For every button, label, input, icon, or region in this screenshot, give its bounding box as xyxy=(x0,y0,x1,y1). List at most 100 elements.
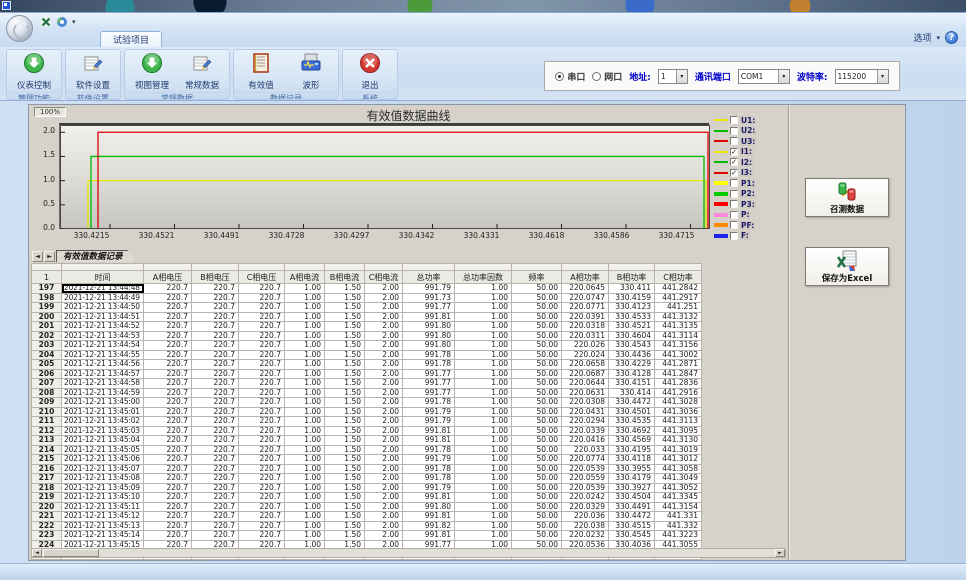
table-cell[interactable]: 220.7 xyxy=(192,483,239,493)
table-cell[interactable]: 50.00 xyxy=(512,293,562,303)
serial-radio[interactable] xyxy=(555,72,564,81)
table-cell[interactable]: 2.00 xyxy=(365,493,403,503)
table-cell[interactable]: 220.0774 xyxy=(562,455,609,465)
table-cell[interactable]: 991.80 xyxy=(403,341,455,351)
ribbon-button[interactable]: 波形 xyxy=(288,51,334,91)
table-cell[interactable]: 220.7 xyxy=(144,312,192,322)
table-cell[interactable]: 220.7 xyxy=(144,350,192,360)
table-cell[interactable]: 206 xyxy=(32,369,62,379)
table-cell[interactable]: 1.50 xyxy=(325,284,365,294)
table-cell[interactable]: 212 xyxy=(32,426,62,436)
table-cell[interactable]: 50.00 xyxy=(512,474,562,484)
table-cell[interactable]: 50.00 xyxy=(512,360,562,370)
table-cell[interactable]: 330.4504 xyxy=(609,493,655,503)
table-cell[interactable]: 220.0232 xyxy=(562,531,609,541)
table-cell[interactable]: 1.00 xyxy=(455,331,512,341)
table-cell[interactable]: 1.50 xyxy=(325,455,365,465)
table-cell[interactable]: 441.3052 xyxy=(655,483,702,493)
table-cell[interactable]: 2.00 xyxy=(365,388,403,398)
table-cell[interactable]: 2.00 xyxy=(365,483,403,493)
table-cell[interactable]: 441.2836 xyxy=(655,379,702,389)
legend-checkbox[interactable] xyxy=(730,200,738,208)
options-menu[interactable]: 选项 xyxy=(913,31,931,44)
table-cell[interactable]: 1.50 xyxy=(325,379,365,389)
table-cell[interactable]: 441.3002 xyxy=(655,350,702,360)
table-cell[interactable]: 50.00 xyxy=(512,464,562,474)
table-cell[interactable]: 223 xyxy=(32,531,62,541)
table-row[interactable]: 2182021-12-21 13:45:09220.7220.7220.71.0… xyxy=(32,483,702,493)
table-cell[interactable]: 441.2842 xyxy=(655,284,702,294)
table-cell[interactable]: 330.4229 xyxy=(609,360,655,370)
table-cell[interactable]: 220.7 xyxy=(239,483,285,493)
table-cell[interactable]: 220.7 xyxy=(192,502,239,512)
table-cell[interactable]: 1.00 xyxy=(285,407,325,417)
table-cell[interactable]: 220.7 xyxy=(144,493,192,503)
table-cell[interactable]: 220.7 xyxy=(192,398,239,408)
table-cell[interactable]: 2021-12-21 13:45:08 xyxy=(62,474,144,484)
table-cell[interactable]: 1.00 xyxy=(285,369,325,379)
table-cell[interactable]: 1.00 xyxy=(285,303,325,313)
table-cell[interactable]: 220.7 xyxy=(192,369,239,379)
table-cell[interactable]: 220.7 xyxy=(192,493,239,503)
table-cell[interactable]: 50.00 xyxy=(512,388,562,398)
table-cell[interactable]: 2.00 xyxy=(365,445,403,455)
table-cell[interactable]: 220.7 xyxy=(239,284,285,294)
table-cell[interactable]: 220.0311 xyxy=(562,331,609,341)
table-cell[interactable]: 330.4545 xyxy=(609,531,655,541)
table-cell[interactable]: 441.3130 xyxy=(655,436,702,446)
table-cell[interactable]: 220.0391 xyxy=(562,312,609,322)
table-row[interactable]: 2232021-12-21 13:45:14220.7220.7220.71.0… xyxy=(32,531,702,541)
table-cell[interactable]: 220.7 xyxy=(192,303,239,313)
comm-port-select[interactable]: COM1▾ xyxy=(738,69,790,84)
legend-checkbox[interactable]: ✓ xyxy=(730,169,738,177)
legend-checkbox[interactable] xyxy=(730,127,738,135)
table-cell[interactable]: 220.7 xyxy=(144,388,192,398)
table-cell[interactable]: 220.7 xyxy=(144,445,192,455)
table-cell[interactable]: 1.00 xyxy=(455,293,512,303)
table-cell[interactable]: 1.00 xyxy=(455,303,512,313)
table-cell[interactable]: 220.0242 xyxy=(562,493,609,503)
table-cell[interactable]: 991.81 xyxy=(403,512,455,522)
table-cell[interactable]: 441.3156 xyxy=(655,341,702,351)
table-cell[interactable]: 991.78 xyxy=(403,445,455,455)
table-cell[interactable]: 2021-12-21 13:44:53 xyxy=(62,331,144,341)
table-cell[interactable]: 220.7 xyxy=(239,341,285,351)
table-cell[interactable]: 991.81 xyxy=(403,426,455,436)
fetch-data-button[interactable]: 召测数据 xyxy=(805,178,889,217)
table-row[interactable]: 2082021-12-21 13:44:59220.7220.7220.71.0… xyxy=(32,388,702,398)
table-cell[interactable]: 1.00 xyxy=(285,445,325,455)
table-cell[interactable]: 1.50 xyxy=(325,502,365,512)
table-cell[interactable]: 220.7 xyxy=(239,331,285,341)
legend-checkbox[interactable] xyxy=(730,232,738,240)
table-row[interactable]: 2102021-12-21 13:45:01220.7220.7220.71.0… xyxy=(32,407,702,417)
table-cell[interactable]: 2021-12-21 13:45:01 xyxy=(62,407,144,417)
table-cell[interactable]: 50.00 xyxy=(512,350,562,360)
table-cell[interactable]: 1.50 xyxy=(325,388,365,398)
table-cell[interactable]: 1.00 xyxy=(285,350,325,360)
table-cell[interactable]: 220.7 xyxy=(239,303,285,313)
table-cell[interactable]: 441.331 xyxy=(655,512,702,522)
table-cell[interactable]: 1.00 xyxy=(455,483,512,493)
table-cell[interactable]: 330.4195 xyxy=(609,445,655,455)
table-cell[interactable]: 1.50 xyxy=(325,512,365,522)
table-cell[interactable]: 220.7 xyxy=(192,426,239,436)
table-cell[interactable]: 2021-12-21 13:44:52 xyxy=(62,322,144,332)
table-cell[interactable]: 2021-12-21 13:45:05 xyxy=(62,445,144,455)
table-cell[interactable]: 220.0329 xyxy=(562,502,609,512)
table-cell[interactable]: 220.7 xyxy=(239,293,285,303)
table-cell[interactable]: 330.4472 xyxy=(609,512,655,522)
table-cell[interactable]: 1.00 xyxy=(285,322,325,332)
table-cell[interactable]: 2.00 xyxy=(365,303,403,313)
table-cell[interactable]: 1.50 xyxy=(325,493,365,503)
table-cell[interactable]: 219 xyxy=(32,493,62,503)
table-cell[interactable]: 220.7 xyxy=(144,417,192,427)
table-cell[interactable]: 330.411 xyxy=(609,284,655,294)
table-cell[interactable]: 220.7 xyxy=(239,464,285,474)
table-cell[interactable]: 2021-12-21 13:44:58 xyxy=(62,379,144,389)
table-cell[interactable]: 1.50 xyxy=(325,341,365,351)
table-cell[interactable]: 1.00 xyxy=(455,284,512,294)
table-cell[interactable]: 2021-12-21 13:45:12 xyxy=(62,512,144,522)
table-cell[interactable]: 2.00 xyxy=(365,341,403,351)
table-cell[interactable]: 200 xyxy=(32,312,62,322)
table-cell[interactable]: 220.7 xyxy=(144,483,192,493)
